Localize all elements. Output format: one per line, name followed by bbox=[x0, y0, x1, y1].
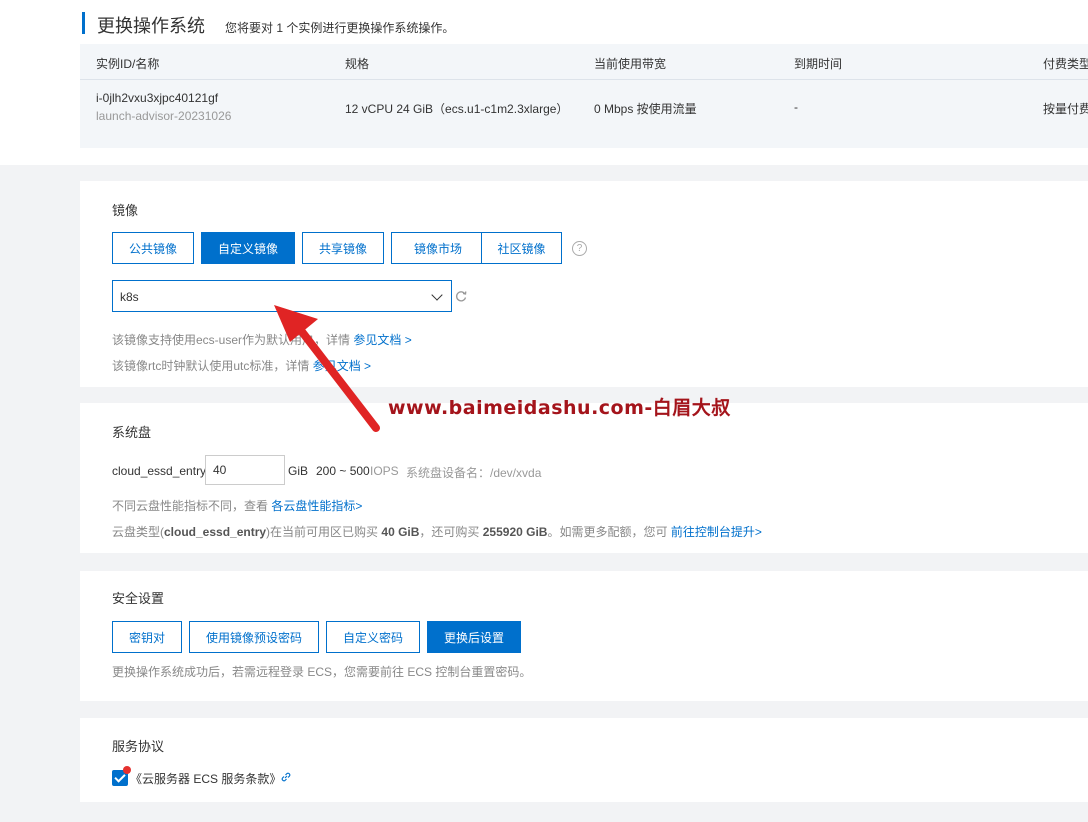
image-doc-link-1[interactable]: 参见文档 > bbox=[353, 333, 411, 347]
disk-type-label: cloud_essd_entry bbox=[112, 464, 207, 478]
agreement-section-title: 服务协议 bbox=[112, 739, 165, 754]
column-header-bandwidth: 当前使用带宽 bbox=[594, 57, 667, 71]
instance-name: launch-advisor-20231026 bbox=[96, 109, 232, 123]
quota-bought: 40 GiB bbox=[381, 525, 420, 539]
quota-disk-type: cloud_essd_entry bbox=[164, 525, 267, 539]
tab-image-market[interactable]: 镜像市场 bbox=[391, 232, 485, 264]
agreement-link[interactable]: 《云服务器 ECS 服务条款》 bbox=[130, 770, 281, 787]
help-circle-icon[interactable]: ? bbox=[572, 241, 587, 256]
refresh-icon[interactable] bbox=[454, 289, 468, 303]
disk-iops-range: 200 ~ 500 bbox=[316, 464, 370, 478]
tab-custom-image[interactable]: 自定义镜像 bbox=[201, 232, 295, 264]
tab-shared-image[interactable]: 共享镜像 bbox=[302, 232, 384, 264]
quota-remain: 255920 GiB bbox=[482, 525, 548, 539]
disk-size-unit: GiB bbox=[288, 464, 309, 478]
tab-community-image[interactable]: 社区镜像 bbox=[481, 232, 562, 264]
disk-quota-note: 云盘类型(cloud_essd_entry)在当前可用区已购买 40 GiB，还… bbox=[112, 523, 762, 540]
chevron-down-icon bbox=[431, 289, 443, 301]
column-header-expire: 到期时间 bbox=[794, 57, 843, 71]
quota-console-link[interactable]: 前往控制台提升> bbox=[671, 525, 762, 539]
page-subtitle: 您将要对 1 个实例进行更换操作系统操作。 bbox=[225, 21, 455, 35]
image-note2-text: 该镜像rtc时钟默认使用utc标准，详情 bbox=[112, 359, 313, 373]
image-doc-link-2[interactable]: 参见文档 > bbox=[313, 359, 371, 373]
option-set-later[interactable]: 更换后设置 bbox=[427, 621, 521, 653]
system-disk-title: 系统盘 bbox=[112, 425, 152, 440]
instance-bandwidth: 0 Mbps 按使用流量 bbox=[594, 102, 697, 116]
column-header-billing: 付费类型 bbox=[1043, 57, 1088, 71]
disk-perf-link[interactable]: 各云盘性能指标> bbox=[271, 499, 362, 513]
instance-id: i-0jlh2vxu3xjpc40121gf bbox=[96, 91, 219, 105]
option-key-pair[interactable]: 密钥对 bbox=[112, 621, 182, 653]
image-card: 镜像 公共镜像 自定义镜像 共享镜像 镜像市场 社区镜像 ? k8s 该镜像支持… bbox=[80, 181, 1088, 387]
quota-text-d: 。如需更多配额，您可 bbox=[547, 525, 671, 539]
quota-text-b: )在当前可用区已购买 bbox=[266, 525, 382, 539]
image-select[interactable]: k8s bbox=[112, 280, 452, 312]
instance-billing: 按量付费 bbox=[1043, 102, 1088, 116]
page-title-bar: 更换操作系统 您将要对 1 个实例进行更换操作系统操作。 bbox=[82, 12, 455, 36]
disk-iops-label: IOPS bbox=[370, 464, 399, 478]
image-note1-text: 该镜像支持使用ecs-user作为默认用户，详情 bbox=[112, 333, 354, 347]
instance-table: 实例ID/名称 规格 当前使用带宽 到期时间 付费类型 i-0jlh2vxu3x… bbox=[80, 44, 1088, 148]
tab-public-image[interactable]: 公共镜像 bbox=[112, 232, 194, 264]
image-note-ecs-user: 该镜像支持使用ecs-user作为默认用户，详情 参见文档 > bbox=[112, 331, 412, 348]
watermark-text: www.baimeidashu.com-白眉大叔 bbox=[388, 397, 731, 419]
option-image-password[interactable]: 使用镜像预设密码 bbox=[189, 621, 319, 653]
image-note-rtc: 该镜像rtc时钟默认使用utc标准，详情 参见文档 > bbox=[112, 357, 371, 374]
page-title: 更换操作系统 bbox=[97, 16, 205, 36]
security-note: 更换操作系统成功后，若需远程登录 ECS，您需要前往 ECS 控制台重置密码。 bbox=[112, 665, 532, 679]
instance-spec: 12 vCPU 24 GiB（ecs.u1-c1m2.3xlarge） bbox=[345, 102, 569, 116]
agreement-card: 服务协议 《云服务器 ECS 服务条款》 bbox=[80, 718, 1088, 802]
image-select-value: k8s bbox=[120, 290, 139, 304]
instance-expire: - bbox=[794, 100, 798, 114]
disk-size-input[interactable]: 40 bbox=[205, 455, 285, 485]
image-section-title: 镜像 bbox=[112, 203, 139, 218]
system-disk-card: 系统盘 cloud_essd_entry 40 GiB 200 ~ 500 IO… bbox=[80, 403, 1088, 553]
disk-perf-note: 不同云盘性能指标不同，查看 各云盘性能指标> bbox=[112, 497, 362, 514]
link-icon[interactable] bbox=[280, 771, 292, 783]
column-header-id: 实例ID/名称 bbox=[96, 57, 160, 71]
instance-summary-section: 更换操作系统 您将要对 1 个实例进行更换操作系统操作。 实例ID/名称 规格 … bbox=[0, 0, 1088, 165]
column-header-spec: 规格 bbox=[345, 57, 370, 71]
option-custom-password[interactable]: 自定义密码 bbox=[326, 621, 420, 653]
security-card: 安全设置 密钥对 使用镜像预设密码 自定义密码 更换后设置 更换操作系统成功后，… bbox=[80, 571, 1088, 701]
quota-text-c: ，还可购买 bbox=[419, 525, 483, 539]
table-header: 实例ID/名称 规格 当前使用带宽 到期时间 付费类型 bbox=[80, 44, 1088, 80]
security-section-title: 安全设置 bbox=[112, 591, 165, 606]
disk-device-name: 系统盘设备名：/dev/xvda bbox=[406, 466, 542, 480]
disk-perf-note-text: 不同云盘性能指标不同，查看 bbox=[112, 499, 272, 513]
quota-text-a: 云盘类型( bbox=[112, 525, 164, 539]
